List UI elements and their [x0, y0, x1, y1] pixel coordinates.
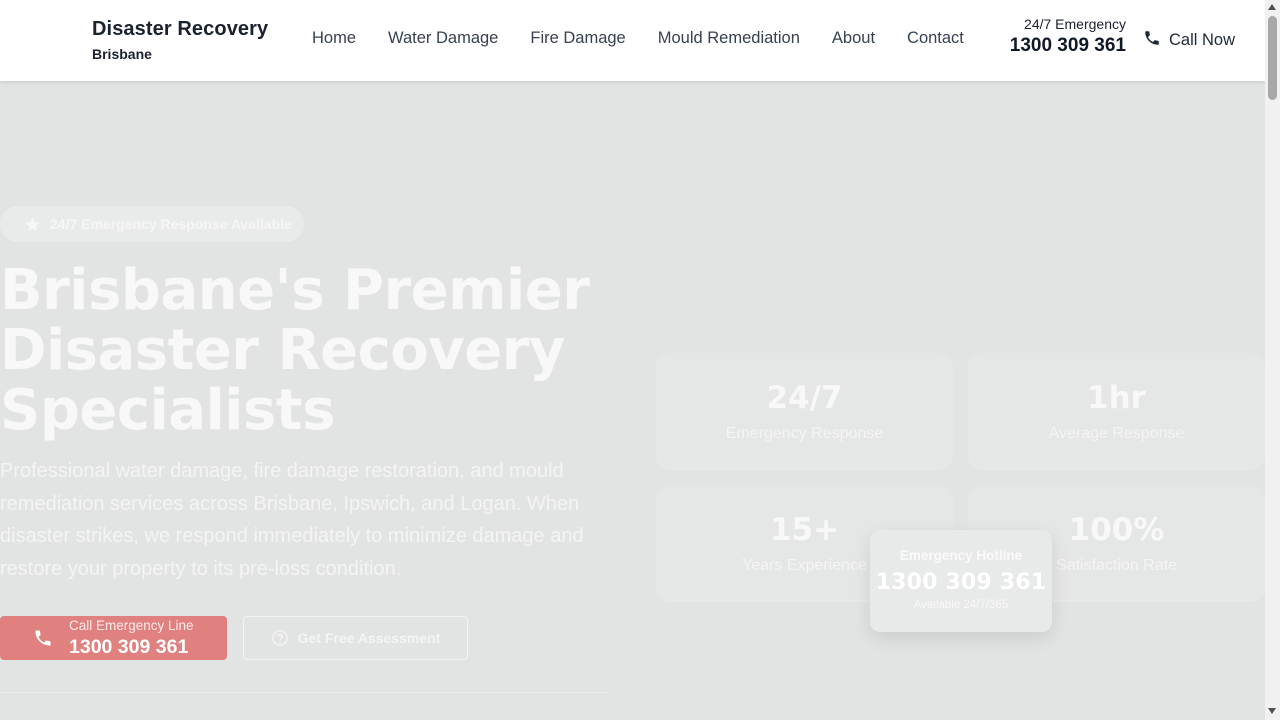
- emergency-number[interactable]: 1300 309 361: [1010, 35, 1126, 57]
- nav-home[interactable]: Home: [312, 29, 356, 48]
- call-emergency-number: 1300 309 361: [69, 636, 189, 658]
- hero-title-line-2: Disaster Recovery: [0, 318, 565, 383]
- help-circle-icon: [271, 629, 289, 647]
- stat-value: 24/7: [766, 380, 843, 416]
- hero-title-line-3: Specialists: [0, 378, 335, 443]
- nav-water-damage[interactable]: Water Damage: [388, 29, 498, 48]
- nav-about[interactable]: About: [832, 29, 875, 48]
- scroll-down-arrow-icon[interactable]: [1268, 708, 1276, 714]
- call-emergency-label: Call Emergency Line: [69, 617, 194, 633]
- star-icon: [24, 216, 41, 233]
- hero-description: Professional water damage, fire damage r…: [0, 460, 584, 580]
- hero-divider: [0, 692, 608, 693]
- brand-subtitle: Brisbane: [92, 46, 152, 62]
- hotline-number[interactable]: 1300 309 361: [870, 570, 1052, 595]
- nav-mould-remediation[interactable]: Mould Remediation: [658, 29, 800, 48]
- call-now-label: Call Now: [1169, 30, 1236, 49]
- call-emergency-button[interactable]: Call Emergency Line 1300 309 361: [0, 616, 227, 660]
- emergency-label: 24/7 Emergency: [1024, 16, 1126, 32]
- scroll-up-arrow-icon[interactable]: [1268, 4, 1276, 10]
- hero-title: Brisbane's Premier Disaster Recovery Spe…: [0, 261, 620, 441]
- stat-card: 1hr Average Response: [969, 353, 1264, 468]
- stat-label: Emergency Response: [725, 425, 884, 442]
- badge-text: 24/7 Emergency Response Available: [50, 216, 292, 232]
- nav-contact[interactable]: Contact: [907, 29, 964, 48]
- page-scrollbar[interactable]: [1265, 0, 1280, 720]
- nav-fire-damage[interactable]: Fire Damage: [530, 29, 625, 48]
- hotline-availability: Available 24/7/365: [913, 599, 1009, 611]
- free-assessment-label: Get Free Assessment: [297, 630, 441, 646]
- main-nav: Home Water Damage Fire Damage Mould Reme…: [312, 29, 964, 48]
- scrollbar-thumb[interactable]: [1268, 16, 1277, 100]
- site-header: Disaster Recovery Brisbane Home Water Da…: [0, 0, 1265, 81]
- brand[interactable]: Disaster Recovery Brisbane: [92, 18, 268, 62]
- stat-label: Average Response: [1048, 425, 1185, 442]
- hero-section: 24/7 Emergency Response Available Brisba…: [0, 81, 1265, 720]
- emergency-badge: 24/7 Emergency Response Available: [0, 206, 304, 242]
- header-emergency: 24/7 Emergency 1300 309 361: [1010, 16, 1126, 57]
- phone-icon: [33, 628, 53, 648]
- hero-title-line-1: Brisbane's Premier: [0, 258, 590, 323]
- stat-card: 24/7 Emergency Response: [657, 353, 952, 468]
- brand-title[interactable]: Disaster Recovery: [92, 18, 268, 41]
- stat-value: 1hr: [1087, 380, 1146, 416]
- free-assessment-button[interactable]: Get Free Assessment: [243, 616, 468, 660]
- call-now-button[interactable]: Call Now: [1143, 29, 1235, 51]
- hotline-label: Emergency Hotline: [899, 548, 1023, 563]
- emergency-hotline-card[interactable]: Emergency Hotline 1300 309 361 Available…: [870, 530, 1052, 632]
- phone-icon: [1143, 29, 1161, 51]
